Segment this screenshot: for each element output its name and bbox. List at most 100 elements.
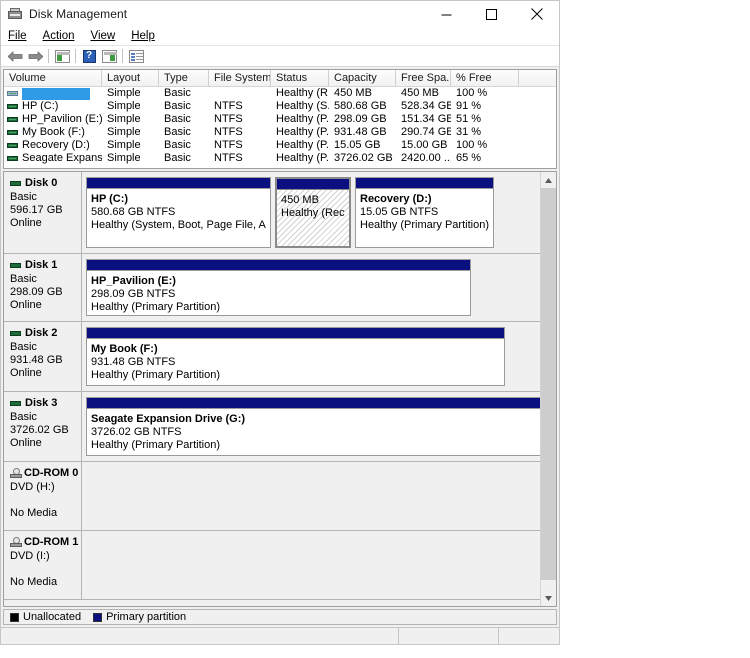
table-cell-free_space: 450 MB xyxy=(401,87,439,99)
graphical-view: Disk 0 Basic 596.17 GB Online HP (C:) 580.68 … xyxy=(3,171,557,607)
table-cell-percent_free: 91 % xyxy=(456,100,482,112)
legend-item: Primary partition xyxy=(93,611,186,623)
no-media-area xyxy=(82,462,540,530)
volume-name: HP_Pavilion (E:) xyxy=(22,113,102,125)
hard-disk-icon xyxy=(10,262,21,268)
partition-block[interactable]: My Book (F:) 931.48 GB NTFS Healthy (Prima… xyxy=(86,327,505,386)
disk-size: 298.09 GB xyxy=(10,286,63,298)
disk-info-panel[interactable]: Disk 1 Basic 298.09 GB Online xyxy=(4,254,82,321)
back-arrow-icon[interactable] xyxy=(5,47,25,66)
disk-row[interactable]: Disk 0 Basic 596.17 GB Online HP (C:) 580.68 … xyxy=(4,172,540,254)
partition-size: 298.09 GB NTFS xyxy=(91,288,176,300)
table-cell-file_system: NTFS xyxy=(214,126,243,138)
table-cell-layout: Simple xyxy=(107,113,141,125)
disk-size: 931.48 GB xyxy=(10,354,63,366)
show-hide-console-tree-icon[interactable] xyxy=(52,47,72,66)
scrollbar-thumb[interactable] xyxy=(541,188,556,580)
partition-usage-bar xyxy=(87,260,470,271)
disk-type: DVD (I:) xyxy=(10,550,50,562)
scroll-up-button[interactable] xyxy=(541,172,556,188)
table-cell-volume: Recovery (D:) xyxy=(4,139,102,152)
menu-action[interactable]: Action xyxy=(42,30,84,43)
column-header[interactable] xyxy=(519,70,556,86)
disk-title: Disk 3 xyxy=(10,397,81,409)
disk-info-panel[interactable]: CD-ROM 1 DVD (I:) No Media xyxy=(4,531,82,599)
minimize-icon[interactable] xyxy=(424,1,469,27)
volume-icon xyxy=(7,91,18,96)
forward-arrow-icon[interactable] xyxy=(25,47,45,66)
disk-info-panel[interactable]: Disk 0 Basic 596.17 GB Online xyxy=(4,172,82,253)
table-cell-type: Basic xyxy=(164,87,191,99)
column-header[interactable]: File System xyxy=(209,70,271,86)
volume-list-body: Simple Basic Healthy (R... 450 MB 450 MB 100 … xyxy=(4,87,556,165)
disk-state: No Media xyxy=(10,576,58,588)
column-header[interactable]: Capacity xyxy=(329,70,396,86)
menu-view[interactable]: View xyxy=(90,30,125,43)
table-cell-capacity: 298.09 GB xyxy=(334,113,387,125)
disk-row[interactable]: CD-ROM 1 DVD (I:) No Media xyxy=(4,531,540,600)
help-icon[interactable]: ? xyxy=(79,47,99,66)
volume-icon xyxy=(7,104,18,109)
column-header[interactable]: Type xyxy=(159,70,209,86)
table-row[interactable]: HP_Pavilion (E:) Simple Basic NTFS Healthy (… xyxy=(4,113,556,126)
cdrom-icon xyxy=(10,468,22,478)
hard-disk-icon xyxy=(10,180,21,186)
table-row[interactable]: Simple Basic Healthy (R... 450 MB 450 MB 100 … xyxy=(4,87,556,100)
disk-row[interactable]: Disk 2 Basic 931.48 GB Online My Book (F:) 93… xyxy=(4,322,540,392)
status-cell-secondary xyxy=(399,628,499,644)
column-header[interactable]: % Free xyxy=(451,70,519,86)
partition-block[interactable]: HP_Pavilion (E:) 298.09 GB NTFS Healthy (P… xyxy=(86,259,471,316)
menu-file[interactable]: File xyxy=(7,30,36,43)
disk-type: Basic xyxy=(10,191,37,203)
partition-strip: HP (C:) 580.68 GB NTFS Healthy (System, Bo… xyxy=(82,172,540,253)
column-header[interactable]: Free Spa... xyxy=(396,70,451,86)
disk-type: Basic xyxy=(10,411,37,423)
disk-info-panel[interactable]: CD-ROM 0 DVD (H:) No Media xyxy=(4,462,82,530)
partition-block[interactable]: HP (C:) 580.68 GB NTFS Healthy (System, Bo… xyxy=(86,177,271,248)
hard-disk-icon xyxy=(10,400,21,406)
table-row[interactable]: Seagate Expansion... Simple Basic NTFS Healt… xyxy=(4,152,556,165)
table-row[interactable]: Recovery (D:) Simple Basic NTFS Healthy (P..… xyxy=(4,139,556,152)
scroll-down-button[interactable] xyxy=(541,590,556,606)
menu-help[interactable]: Help xyxy=(130,30,164,43)
disk-info-panel[interactable]: Disk 2 Basic 931.48 GB Online xyxy=(4,322,82,391)
table-cell-capacity: 580.68 GB xyxy=(334,100,387,112)
cdrom-icon xyxy=(10,537,22,547)
table-row[interactable]: My Book (F:) Simple Basic NTFS Healthy (P...… xyxy=(4,126,556,139)
table-cell-free_space: 151.34 GB xyxy=(401,113,451,125)
column-header[interactable]: Status xyxy=(271,70,329,86)
partition-block[interactable]: 450 MBHealthy (Recovery xyxy=(275,177,351,248)
table-cell-layout: Simple xyxy=(107,126,141,138)
partition-block[interactable]: Recovery (D:) 15.05 GB NTFS Healthy (Prima… xyxy=(355,177,494,248)
volume-list[interactable]: Volume Layout Type File System Status Capacit… xyxy=(3,69,557,169)
close-icon[interactable] xyxy=(514,1,559,27)
disk-info-panel[interactable]: Disk 3 Basic 3726.02 GB Online xyxy=(4,392,82,461)
table-cell-layout: Simple xyxy=(107,152,141,164)
partition-details: HP_Pavilion (E:) 298.09 GB NTFS Healthy (P… xyxy=(87,271,470,315)
partition-details: Recovery (D:) 15.05 GB NTFS Healthy (Prima… xyxy=(356,189,493,247)
show-hide-action-pane-icon[interactable] xyxy=(99,47,119,66)
column-header[interactable]: Volume xyxy=(4,70,102,86)
vertical-scrollbar[interactable] xyxy=(540,172,556,606)
volume-name: Recovery (D:) xyxy=(22,139,90,151)
properties-icon[interactable] xyxy=(126,47,146,66)
maximize-icon[interactable] xyxy=(469,1,514,27)
partition-size: 931.48 GB NTFS xyxy=(91,356,176,368)
partition-label: Recovery (D:) xyxy=(360,193,432,205)
disk-meta-spacer xyxy=(10,494,81,507)
disk-meta: Basic 298.09 GB Online xyxy=(10,273,81,312)
partition-block[interactable]: Seagate Expansion Drive (G:) 3726.02 GB N… xyxy=(86,397,540,456)
partition-label: Seagate Expansion Drive (G:) xyxy=(91,413,246,425)
table-cell-type: Basic xyxy=(164,139,191,151)
disk-type: Basic xyxy=(10,273,37,285)
table-row[interactable]: HP (C:) Simple Basic NTFS Healthy (S... 580.6… xyxy=(4,100,556,113)
disk-row[interactable]: Disk 1 Basic 298.09 GB Online HP_Pavilion (E… xyxy=(4,254,540,322)
legend-label: Primary partition xyxy=(106,611,187,623)
scrollbar-track[interactable] xyxy=(541,188,556,590)
partition-details: 450 MBHealthy (Recovery xyxy=(277,190,349,246)
table-cell-volume xyxy=(4,87,102,100)
disk-row[interactable]: Disk 3 Basic 3726.02 GB Online Seagate Expan… xyxy=(4,392,540,462)
column-header[interactable]: Layout xyxy=(102,70,159,86)
title-bar: Disk Management xyxy=(1,1,559,27)
disk-row[interactable]: CD-ROM 0 DVD (H:) No Media xyxy=(4,462,540,531)
